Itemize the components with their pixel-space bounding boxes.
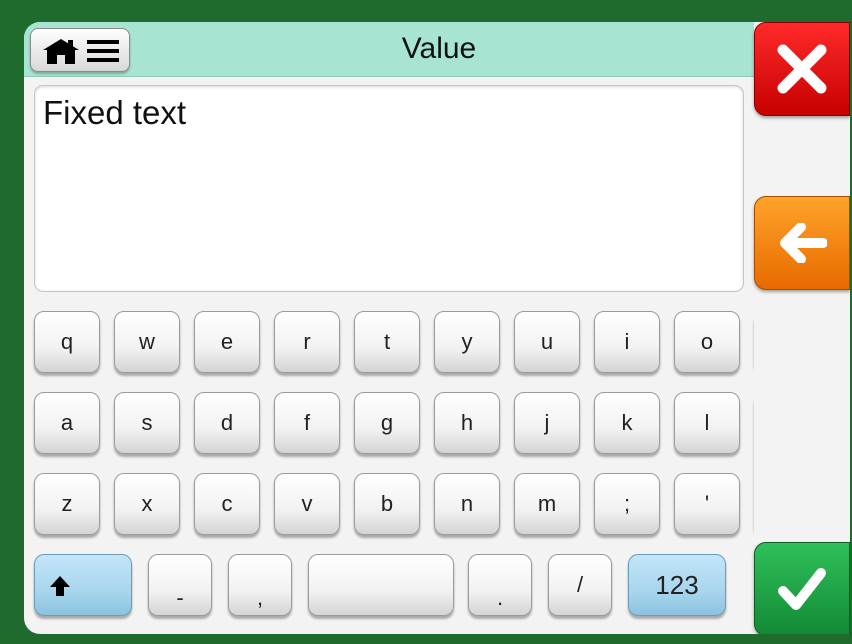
- key-d[interactable]: d: [194, 392, 260, 454]
- key-j[interactable]: j: [514, 392, 580, 454]
- key-dash[interactable]: -: [148, 554, 212, 616]
- close-x-icon: [777, 44, 827, 94]
- key-t[interactable]: t: [354, 311, 420, 373]
- text-input-area[interactable]: Fixed text: [34, 85, 744, 292]
- key-apostrophe[interactable]: ': [674, 473, 740, 535]
- key-n[interactable]: n: [434, 473, 500, 535]
- key-comma[interactable]: ,: [228, 554, 292, 616]
- key-m[interactable]: m: [514, 473, 580, 535]
- numbers-key[interactable]: 123: [628, 554, 726, 616]
- key-v[interactable]: v: [274, 473, 340, 535]
- key-z[interactable]: z: [34, 473, 100, 535]
- key-c[interactable]: c: [194, 473, 260, 535]
- key-s[interactable]: s: [114, 392, 180, 454]
- key-k[interactable]: k: [594, 392, 660, 454]
- key-f[interactable]: f: [274, 392, 340, 454]
- key-o[interactable]: o: [674, 311, 740, 373]
- key-e[interactable]: e: [194, 311, 260, 373]
- back-arrow-icon: [780, 223, 827, 263]
- page-title: Value: [401, 32, 477, 65]
- close-button[interactable]: [754, 22, 850, 116]
- key-slash[interactable]: /: [548, 554, 612, 616]
- space-key[interactable]: [308, 554, 454, 616]
- house-icon: [43, 39, 79, 64]
- home-menu-button[interactable]: [30, 28, 130, 72]
- key-a[interactable]: a: [34, 392, 100, 454]
- key-u[interactable]: u: [514, 311, 580, 373]
- title-bar: Value: [24, 22, 754, 77]
- key-y[interactable]: y: [434, 311, 500, 373]
- back-button[interactable]: [754, 196, 850, 290]
- shift-arrow-icon: [50, 576, 70, 596]
- key-x[interactable]: x: [114, 473, 180, 535]
- shift-key[interactable]: [34, 554, 132, 616]
- text-input-value: Fixed text: [43, 94, 187, 131]
- key-semicolon[interactable]: ;: [594, 473, 660, 535]
- key-period[interactable]: .: [468, 554, 532, 616]
- checkmark-icon: [778, 568, 826, 610]
- key-g[interactable]: g: [354, 392, 420, 454]
- key-b[interactable]: b: [354, 473, 420, 535]
- key-i[interactable]: i: [594, 311, 660, 373]
- app-window: Value Fixed text q w e r t y u i o p a s: [24, 22, 850, 634]
- key-l[interactable]: l: [674, 392, 740, 454]
- key-q[interactable]: q: [34, 311, 100, 373]
- hamburger-menu-icon: [87, 40, 119, 62]
- key-w[interactable]: w: [114, 311, 180, 373]
- key-r[interactable]: r: [274, 311, 340, 373]
- right-button-column: [754, 22, 850, 634]
- key-h[interactable]: h: [434, 392, 500, 454]
- ok-button[interactable]: [754, 542, 850, 634]
